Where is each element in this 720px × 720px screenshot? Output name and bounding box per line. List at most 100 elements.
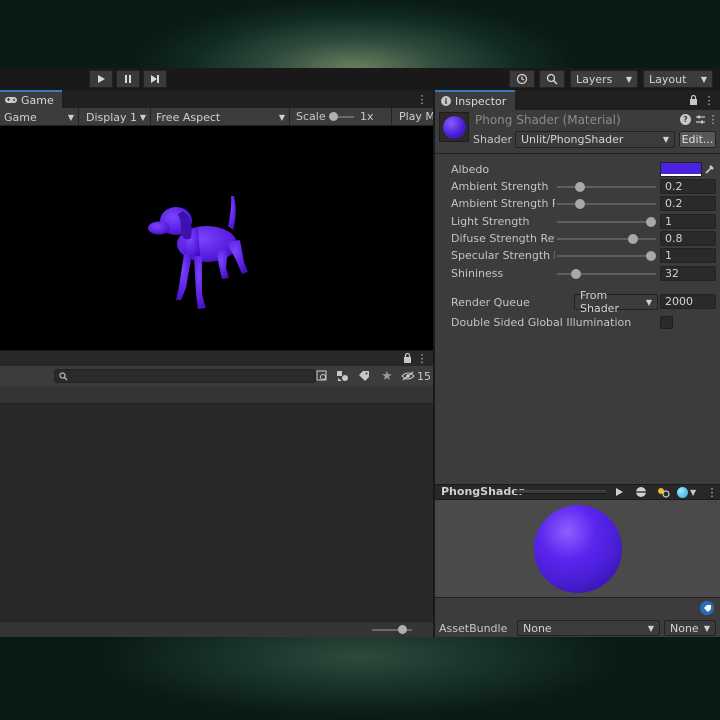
star-icon[interactable]: ★ bbox=[379, 368, 395, 384]
hidden-count: 15 bbox=[417, 369, 431, 383]
chevron-down-icon: ▼ bbox=[278, 112, 285, 122]
game-view-select[interactable]: Game ▼ bbox=[0, 108, 79, 126]
specular-strength-thumb[interactable] bbox=[646, 251, 656, 261]
lower-panel-toolbar bbox=[0, 386, 433, 404]
light-strength-label: Light Strength bbox=[451, 215, 530, 228]
ambient-strength-ref-thumb[interactable] bbox=[574, 199, 585, 209]
ambient-strength-field[interactable]: 0.2 bbox=[660, 179, 716, 194]
material-preview[interactable] bbox=[435, 500, 720, 597]
kebab-menu-icon[interactable]: ⋮ bbox=[708, 113, 719, 126]
scale-slider-thumb[interactable] bbox=[329, 112, 338, 121]
material-title: Phong Shader (Material) bbox=[475, 113, 621, 127]
sphere-color-icon bbox=[677, 486, 688, 498]
lock-icon[interactable] bbox=[687, 93, 699, 107]
diffuse-strength-field[interactable]: 0.8 bbox=[660, 231, 716, 246]
history-button[interactable] bbox=[509, 70, 535, 88]
background-bottom bbox=[0, 637, 720, 720]
shininess-field[interactable]: 32 bbox=[660, 266, 716, 281]
history-icon bbox=[516, 73, 528, 85]
ambient-strength-thumb[interactable] bbox=[574, 182, 585, 192]
lower-panel-footer bbox=[0, 621, 433, 637]
hidden-count-toggle[interactable]: 15 bbox=[401, 369, 431, 383]
aspect-select[interactable]: Free Aspect ▼ bbox=[151, 108, 290, 126]
game-tab-bar bbox=[0, 90, 433, 108]
search-input[interactable] bbox=[54, 369, 316, 383]
chevron-down-icon: ▼ bbox=[645, 297, 652, 307]
asset-bundle-name-select[interactable]: None ▼ bbox=[517, 620, 660, 636]
aspect-label: Free Aspect bbox=[156, 110, 221, 124]
kebab-menu-icon[interactable]: ⋮ bbox=[703, 93, 715, 107]
render-queue-select[interactable]: From Shader ▼ bbox=[574, 289, 658, 315]
preview-play-button[interactable] bbox=[611, 485, 627, 499]
ambient-strength-slider[interactable] bbox=[557, 186, 656, 188]
kebab-menu-icon[interactable]: ⋮ bbox=[415, 92, 429, 106]
play-mode-select[interactable]: Play M bbox=[392, 108, 433, 126]
scale-label: Scale bbox=[296, 110, 326, 123]
shader-value: Unlit/PhongShader bbox=[521, 133, 624, 146]
dsgi-label: Double Sided Global Illumination bbox=[451, 316, 632, 329]
lock-icon[interactable] bbox=[400, 351, 414, 365]
diffuse-strength-label: Difuse Strength Refle bbox=[451, 232, 555, 245]
preview-drag-handle[interactable] bbox=[514, 490, 606, 494]
display-select[interactable]: Display 1 ▼ bbox=[79, 108, 151, 126]
light-strength-slider[interactable] bbox=[557, 221, 656, 223]
layers-dropdown[interactable]: Layers ▼ bbox=[570, 70, 638, 88]
ambient-strength-label: Ambient Strength bbox=[451, 180, 549, 193]
inspector-tab-label: Inspector bbox=[455, 94, 507, 108]
shader-label: Shader bbox=[473, 133, 512, 146]
play-icon bbox=[98, 75, 105, 83]
chevron-down-icon: ▼ bbox=[700, 74, 707, 84]
layout-dropdown[interactable]: Layout ▼ bbox=[643, 70, 713, 88]
tag-icon[interactable] bbox=[356, 368, 372, 384]
albedo-alpha-bar bbox=[661, 174, 701, 176]
scale-control: Scale 1x bbox=[290, 108, 392, 126]
filter-by-label-icon[interactable] bbox=[334, 368, 352, 384]
preview-background-select[interactable]: ▼ bbox=[677, 485, 705, 499]
shader-select[interactable]: Unlit/PhongShader ▼ bbox=[515, 131, 675, 148]
game-tab-label: Game bbox=[21, 93, 54, 107]
step-button[interactable] bbox=[143, 70, 167, 88]
play-mode-label: Play M bbox=[399, 110, 433, 123]
chevron-down-icon: ▼ bbox=[67, 112, 74, 122]
sphere-mesh-icon bbox=[636, 487, 646, 497]
asset-bundle-label: AssetBundle bbox=[439, 622, 508, 635]
light-strength-field[interactable]: 1 bbox=[660, 214, 716, 229]
preset-icon[interactable] bbox=[694, 113, 706, 125]
asset-label-icon[interactable] bbox=[700, 601, 714, 615]
preview-light-button[interactable] bbox=[655, 485, 671, 499]
preview-mesh-button[interactable] bbox=[633, 485, 649, 499]
gamepad-icon bbox=[5, 97, 17, 103]
lower-panel-content[interactable] bbox=[0, 404, 433, 621]
tab-inspector[interactable]: i Inspector bbox=[435, 90, 515, 110]
filter-by-type-icon[interactable] bbox=[314, 368, 330, 384]
material-thumbnail bbox=[439, 112, 469, 142]
asset-bundle-name-label: None bbox=[523, 621, 552, 635]
specular-strength-slider[interactable] bbox=[557, 255, 656, 257]
ambient-strength-ref-field[interactable]: 0.2 bbox=[660, 196, 716, 211]
edit-shader-button[interactable]: Edit... bbox=[679, 131, 716, 148]
kebab-menu-icon[interactable]: ⋮ bbox=[707, 485, 718, 499]
tab-game[interactable]: Game bbox=[0, 90, 62, 108]
kebab-menu-icon[interactable]: ⋮ bbox=[416, 351, 428, 365]
diffuse-strength-slider[interactable] bbox=[557, 238, 656, 240]
specular-strength-field[interactable]: 1 bbox=[660, 248, 716, 263]
ambient-strength-ref-slider[interactable] bbox=[557, 203, 656, 205]
pause-icon bbox=[125, 75, 131, 83]
render-queue-field[interactable]: 2000 bbox=[660, 294, 716, 309]
play-button[interactable] bbox=[89, 70, 113, 88]
eye-slash-icon bbox=[401, 371, 415, 381]
eyedropper-icon[interactable] bbox=[703, 163, 716, 176]
albedo-color-field[interactable] bbox=[660, 162, 702, 177]
game-view-label: Game bbox=[4, 110, 37, 124]
zoom-slider-thumb[interactable] bbox=[398, 625, 407, 634]
specular-strength-label: Specular Strength Re bbox=[451, 249, 555, 262]
dsgi-checkbox[interactable] bbox=[660, 316, 673, 329]
light-strength-thumb[interactable] bbox=[646, 217, 656, 227]
pause-button[interactable] bbox=[116, 70, 140, 88]
display-label: Display 1 bbox=[86, 110, 138, 124]
game-viewport[interactable] bbox=[0, 126, 433, 350]
material-sphere-icon bbox=[443, 116, 466, 139]
asset-bundle-variant-select[interactable]: None ▼ bbox=[664, 620, 716, 636]
help-icon[interactable]: ? bbox=[680, 114, 691, 125]
search-button[interactable] bbox=[539, 70, 565, 88]
